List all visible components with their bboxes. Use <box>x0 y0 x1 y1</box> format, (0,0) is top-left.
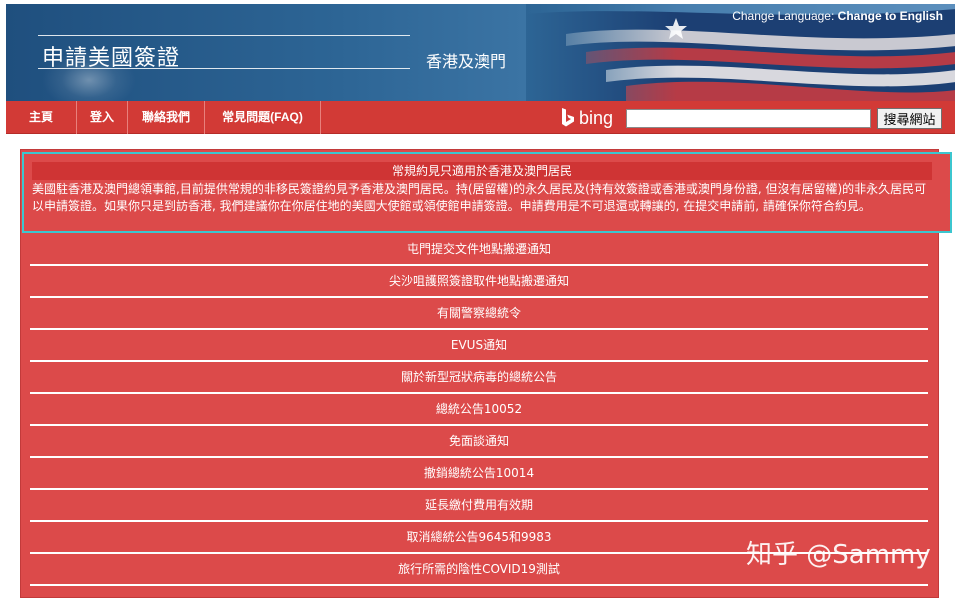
list-item[interactable]: 撤銷總統公告10014 <box>30 458 928 490</box>
nav-item-login[interactable]: 登入 <box>77 101 127 134</box>
notice-box: 常規約見只適用於香港及澳門居民 美國駐香港及澳門總領事館,目前提供常規的非移民簽… <box>22 152 952 233</box>
bing-logo: bing <box>561 107 613 129</box>
notice-body: 美國駐香港及澳門總領事館,目前提供常規的非移民簽證約見予香港及澳門居民。持(居留… <box>32 182 927 213</box>
nav-item-contact[interactable]: 聯絡我們 <box>128 101 204 134</box>
list-item[interactable]: 免面談通知 <box>30 426 928 458</box>
site-search-button[interactable]: 搜尋網站 <box>877 108 942 129</box>
list-item[interactable]: 延長繳付費用有效期 <box>30 490 928 522</box>
zhihu-watermark: 知乎 @Sammy <box>746 540 931 570</box>
main-nav: 主頁 登入 聯絡我們 常見問題(FAQ) bing 搜尋網站 <box>6 101 955 134</box>
list-item[interactable]: EVUS通知 <box>30 330 928 362</box>
title-rule-top <box>38 35 410 36</box>
bing-label: bing <box>579 107 614 128</box>
region-label: 香港及澳門 <box>426 52 507 71</box>
list-item[interactable]: 總統公告10052 <box>30 394 928 426</box>
language-switcher: Change Language: Change to English <box>732 9 943 23</box>
nav-item-home[interactable]: 主頁 <box>6 101 76 134</box>
list-item[interactable]: 屯門提交文件地點搬遷通知 <box>30 234 928 266</box>
title-rule-bottom <box>38 68 410 69</box>
list-item[interactable]: 關於新型冠狀病毒的總統公告 <box>30 362 928 394</box>
list-item[interactable]: 有關警察總統令 <box>30 298 928 330</box>
notice-title: 常規約見只適用於香港及澳門居民 <box>32 162 932 180</box>
site-header: 申請美國簽證 香港及澳門 Change Language: Change to … <box>6 4 955 101</box>
list-item[interactable]: 尖沙咀護照簽證取件地點搬遷通知 <box>30 266 928 298</box>
bing-icon <box>562 108 574 127</box>
language-prompt: Change Language: <box>732 9 835 23</box>
page-edge <box>955 4 970 598</box>
nav-item-faq[interactable]: 常見問題(FAQ) <box>205 101 320 134</box>
site-search-input[interactable] <box>626 109 871 128</box>
nav-divider <box>320 101 321 134</box>
change-to-english-link[interactable]: Change to English <box>838 9 943 23</box>
